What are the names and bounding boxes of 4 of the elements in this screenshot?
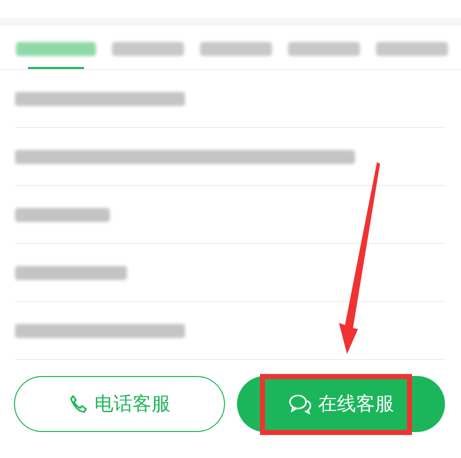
phone-icon: [68, 394, 88, 414]
tab[interactable]: [16, 42, 96, 69]
phone-service-button[interactable]: 电话客服: [14, 376, 224, 432]
chat-bubbles-icon: [288, 393, 312, 415]
